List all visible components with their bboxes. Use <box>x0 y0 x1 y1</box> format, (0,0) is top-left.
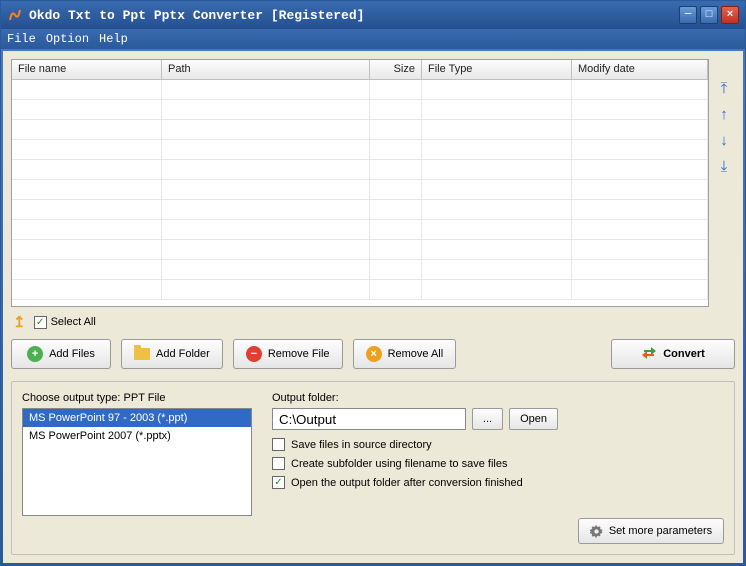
move-down-button[interactable]: ↓ <box>715 131 733 149</box>
menubar: File Option Help <box>1 29 745 49</box>
toolbar: + Add Files Add Folder − Remove File × R… <box>11 339 735 369</box>
minus-icon: − <box>246 346 262 362</box>
create-subfolder-label: Create subfolder using filename to save … <box>291 458 507 470</box>
up-level-icon[interactable]: ↥ <box>13 313 26 331</box>
save-source-checkbox[interactable]: Save files in source directory <box>272 438 558 451</box>
plus-icon: + <box>27 346 43 362</box>
window-controls: ─ □ × <box>679 6 739 24</box>
folder-icon <box>134 348 150 360</box>
more-parameters-label: Set more parameters <box>609 525 712 537</box>
move-up-button[interactable]: ↑ <box>715 105 733 123</box>
checkbox-icon <box>272 457 285 470</box>
settings-panel: Choose output type: PPT File MS PowerPoi… <box>11 381 735 555</box>
remove-file-button[interactable]: − Remove File <box>233 339 343 369</box>
menu-help[interactable]: Help <box>99 32 128 46</box>
file-grid[interactable]: File name Path Size File Type Modify dat… <box>11 59 709 307</box>
menu-option[interactable]: Option <box>46 32 89 46</box>
open-folder-button[interactable]: Open <box>509 408 558 430</box>
move-bottom-button[interactable]: ⤓ <box>715 157 733 175</box>
output-type-list[interactable]: MS PowerPoint 97 - 2003 (*.ppt) MS Power… <box>22 408 252 516</box>
close-button[interactable]: × <box>721 6 739 24</box>
convert-button[interactable]: Convert <box>611 339 735 369</box>
select-all-row: ↥ ✓ Select All <box>11 307 735 339</box>
checkbox-icon: ✓ <box>34 316 47 329</box>
output-type-label: Choose output type: PPT File <box>22 392 252 404</box>
add-files-label: Add Files <box>49 348 95 360</box>
select-all-label: Select All <box>51 316 96 328</box>
window-title: Okdo Txt to Ppt Pptx Converter [Register… <box>29 8 679 23</box>
output-type-option[interactable]: MS PowerPoint 2007 (*.pptx) <box>23 427 251 445</box>
output-folder-input[interactable] <box>272 408 466 430</box>
menu-file[interactable]: File <box>7 32 36 46</box>
x-icon: × <box>366 346 382 362</box>
col-header-size[interactable]: Size <box>370 60 422 79</box>
gear-icon <box>590 525 603 538</box>
remove-file-label: Remove File <box>268 348 330 360</box>
titlebar: Okdo Txt to Ppt Pptx Converter [Register… <box>1 1 745 29</box>
output-folder-label: Output folder: <box>272 392 558 404</box>
open-after-label: Open the output folder after conversion … <box>291 477 523 489</box>
create-subfolder-checkbox[interactable]: Create subfolder using filename to save … <box>272 457 558 470</box>
convert-label: Convert <box>663 348 705 360</box>
remove-all-button[interactable]: × Remove All <box>353 339 457 369</box>
content: File name Path Size File Type Modify dat… <box>3 51 743 563</box>
minimize-button[interactable]: ─ <box>679 6 697 24</box>
col-header-type[interactable]: File Type <box>422 60 572 79</box>
checkbox-icon <box>272 438 285 451</box>
add-files-button[interactable]: + Add Files <box>11 339 111 369</box>
add-folder-button[interactable]: Add Folder <box>121 339 223 369</box>
add-folder-label: Add Folder <box>156 348 210 360</box>
output-type-option[interactable]: MS PowerPoint 97 - 2003 (*.ppt) <box>23 409 251 427</box>
more-parameters-button[interactable]: Set more parameters <box>578 518 724 544</box>
maximize-button[interactable]: □ <box>700 6 718 24</box>
app-icon <box>7 7 23 23</box>
convert-icon <box>641 345 657 364</box>
file-grid-header: File name Path Size File Type Modify dat… <box>12 60 708 80</box>
file-grid-body <box>12 80 708 307</box>
remove-all-label: Remove All <box>388 348 444 360</box>
app-window: Okdo Txt to Ppt Pptx Converter [Register… <box>0 0 746 566</box>
save-source-label: Save files in source directory <box>291 439 432 451</box>
select-all-checkbox[interactable]: ✓ Select All <box>34 316 96 329</box>
col-header-date[interactable]: Modify date <box>572 60 708 79</box>
reorder-buttons: ⤒ ↑ ↓ ⤓ <box>715 59 735 307</box>
checkbox-icon: ✓ <box>272 476 285 489</box>
col-header-name[interactable]: File name <box>12 60 162 79</box>
open-after-checkbox[interactable]: ✓ Open the output folder after conversio… <box>272 476 558 489</box>
browse-button[interactable]: ... <box>472 408 503 430</box>
col-header-path[interactable]: Path <box>162 60 370 79</box>
move-top-button[interactable]: ⤒ <box>715 79 733 97</box>
